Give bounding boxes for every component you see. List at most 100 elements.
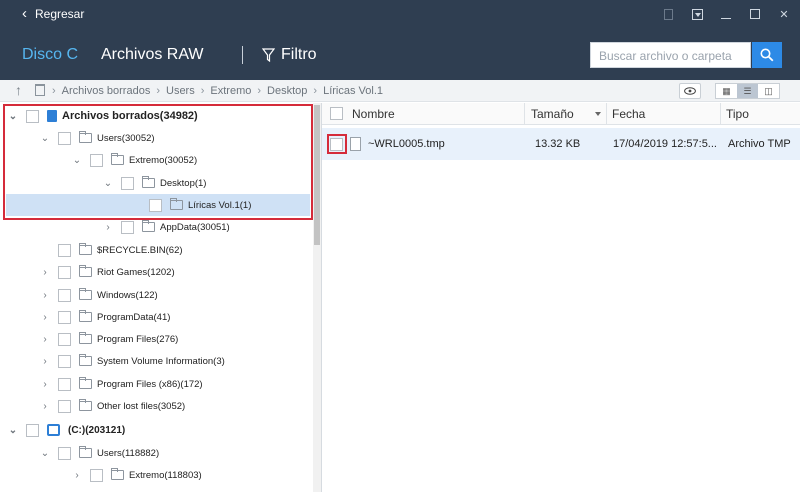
file-icon — [350, 137, 361, 151]
chevron-right-icon[interactable]: › — [40, 312, 50, 323]
tree-node-label: ProgramData(41) — [97, 311, 171, 323]
folder-icon — [79, 446, 92, 458]
checkbox[interactable] — [90, 153, 103, 167]
tree-node[interactable]: ⌄ Desktop(1) — [103, 172, 206, 194]
breadcrumb-item[interactable]: Extremo — [210, 85, 251, 97]
chevron-down-icon[interactable]: ⌄ — [72, 155, 82, 166]
tree-node-label: System Volume Information(3) — [97, 355, 225, 367]
tree-node[interactable]: › Program Files(276) — [40, 328, 178, 350]
chevron-right-icon[interactable]: › — [40, 290, 50, 301]
checkbox[interactable] — [58, 288, 71, 302]
checkbox[interactable] — [58, 399, 71, 413]
checkbox[interactable] — [58, 131, 71, 145]
folder-icon — [79, 399, 92, 411]
scrollbar-thumb[interactable] — [314, 105, 320, 245]
tree-node[interactable]: › ProgramData(41) — [40, 306, 170, 328]
checkbox[interactable] — [58, 377, 71, 391]
checkbox[interactable] — [58, 243, 71, 257]
arrow-up-icon[interactable]: ↑ — [15, 82, 22, 98]
chevron-down-icon[interactable]: ⌄ — [40, 448, 50, 459]
tree-node[interactable]: ⌄ (C:)(203121) — [8, 419, 125, 441]
checkbox[interactable] — [149, 198, 162, 212]
breadcrumb-item[interactable]: Users — [166, 85, 195, 97]
chevron-down-icon[interactable]: ⌄ — [8, 425, 18, 436]
chevron-right-icon[interactable]: › — [40, 401, 50, 412]
checkbox[interactable] — [121, 176, 134, 190]
tree-node[interactable] — [72, 487, 111, 492]
column-header-name[interactable]: Nombre — [352, 107, 395, 121]
chevron-right-icon[interactable]: › — [72, 470, 82, 481]
chevron-right-icon[interactable]: › — [103, 222, 113, 233]
checkbox[interactable] — [121, 220, 134, 234]
tree-node[interactable]: › Program Files (x86)(172) — [40, 373, 203, 395]
chevron-right-icon[interactable]: › — [40, 334, 50, 345]
tree-node[interactable]: ⌄ Users(30052) — [40, 127, 155, 149]
back-label: Regresar — [35, 7, 85, 21]
checkbox[interactable] — [58, 265, 71, 279]
folder-icon — [142, 176, 155, 188]
folder-icon — [79, 265, 92, 277]
folder-icon — [79, 243, 92, 255]
tree-node-label: Program Files(276) — [97, 333, 179, 345]
tree-node-label: Desktop(1) — [160, 177, 207, 189]
breadcrumb-item[interactable]: Archivos borrados — [62, 85, 151, 97]
checkbox[interactable] — [26, 109, 39, 123]
dropdown-menu-icon[interactable] — [691, 8, 703, 20]
grid-view-icon[interactable]: ▦ — [716, 84, 737, 98]
tree-node[interactable]: › Windows(122) — [40, 284, 158, 306]
notes-icon[interactable] — [662, 8, 674, 20]
select-all-checkbox[interactable] — [330, 107, 343, 120]
maximize-icon[interactable] — [749, 8, 761, 20]
checkbox[interactable] — [58, 310, 71, 324]
column-header-date[interactable]: Fecha — [612, 107, 645, 121]
detail-view-icon[interactable]: ◫ — [758, 84, 779, 98]
chevron-right-icon[interactable]: › — [40, 379, 50, 390]
file-type: Archivo TMP — [728, 138, 791, 150]
chevron-down-icon[interactable]: ⌄ — [103, 178, 113, 189]
chevron-right-icon[interactable]: › — [40, 356, 50, 367]
checkbox[interactable] — [90, 468, 103, 482]
view-mode-group: ▦ ☰ ◫ — [715, 83, 780, 99]
tree-node[interactable]: › AppData(30051) — [103, 216, 230, 238]
tree-scrollbar[interactable] — [313, 103, 321, 492]
checkbox[interactable] — [58, 446, 71, 460]
chevron-down-icon[interactable]: ⌄ — [8, 111, 18, 122]
tree-node[interactable]: ⌄ Archivos borrados(34982) — [8, 105, 198, 127]
list-view-icon[interactable]: ☰ — [737, 84, 758, 98]
window-controls: ✕ — [662, 8, 790, 21]
tree-node[interactable]: › System Volume Information(3) — [40, 350, 225, 372]
tab-disk-c[interactable]: Disco C — [22, 46, 78, 64]
close-icon[interactable]: ✕ — [778, 8, 790, 21]
checkbox[interactable] — [26, 423, 39, 437]
tree-node[interactable]: $RECYCLE.BIN(62) — [40, 239, 183, 261]
checkbox[interactable] — [58, 354, 71, 368]
checkbox[interactable] — [58, 332, 71, 346]
column-header-type[interactable]: Tipo — [726, 107, 749, 121]
filter-button[interactable]: Filtro — [262, 46, 317, 64]
chevron-right-icon[interactable]: › — [40, 267, 50, 278]
table-row[interactable]: ~WRL0005.tmp 13.32 KB 17/04/2019 12:57:5… — [322, 128, 800, 160]
search-input[interactable]: Buscar archivo o carpeta — [590, 42, 751, 68]
minimize-icon[interactable] — [720, 8, 732, 20]
tree-node-selected[interactable]: Líricas Vol.1(1) — [6, 194, 310, 216]
chevron-down-icon[interactable]: ⌄ — [40, 133, 50, 144]
search-button[interactable] — [752, 42, 782, 68]
tree-node[interactable]: ⌄ Extremo(30052) — [72, 149, 197, 171]
column-header-size[interactable]: Tamaño — [531, 107, 574, 121]
filter-label: Filtro — [281, 46, 317, 63]
tree-node[interactable]: › Extremo(118803) — [72, 464, 202, 486]
preview-button[interactable] — [679, 83, 701, 99]
nav-divider — [242, 46, 243, 64]
tree-node[interactable]: ⌄ Users(118882) — [40, 442, 159, 464]
tree-node-label: AppData(30051) — [160, 221, 230, 233]
breadcrumb-item[interactable]: Desktop — [267, 85, 307, 97]
breadcrumb-item[interactable]: Líricas Vol.1 — [323, 85, 383, 97]
tree-node[interactable]: › Other lost files(3052) — [40, 395, 185, 417]
tree-node[interactable]: › Riot Games(1202) — [40, 261, 175, 283]
folder-icon — [79, 354, 92, 366]
folder-icon — [79, 332, 92, 344]
tab-raw-files[interactable]: Archivos RAW — [101, 46, 204, 64]
folder-icon — [142, 220, 155, 232]
back-button[interactable]: ‹ Regresar — [22, 5, 85, 22]
chevron-left-icon: ‹ — [22, 5, 27, 22]
